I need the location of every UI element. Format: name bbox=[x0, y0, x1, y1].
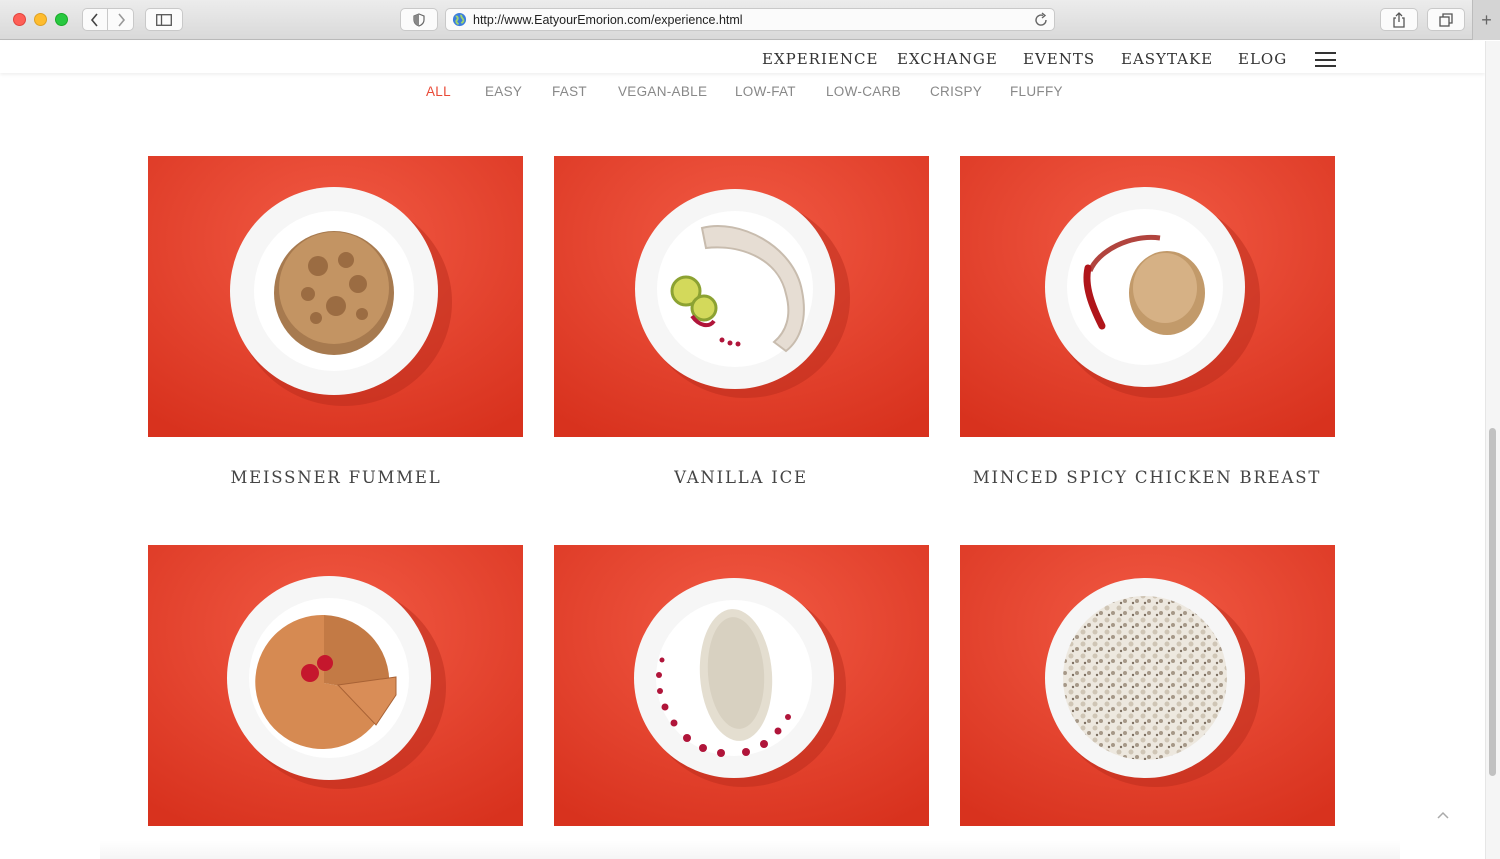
dish-photo-pancake bbox=[148, 156, 523, 437]
dish-title[interactable]: MINCED SPICY CHICKEN BREAST bbox=[937, 468, 1357, 487]
filter-crispy[interactable]: CRISPY bbox=[930, 84, 982, 99]
dish-photo-cake bbox=[148, 545, 523, 826]
browser-toolbar: http://www.EatyourEmorion.com/experience… bbox=[0, 0, 1500, 40]
address-bar[interactable]: http://www.EatyourEmorion.com/experience… bbox=[445, 8, 1055, 31]
new-tab-button[interactable]: + bbox=[1472, 0, 1500, 40]
dish-card-popcorn[interactable] bbox=[960, 545, 1335, 826]
nav-experience[interactable]: EXPERIENCE bbox=[762, 50, 878, 68]
reload-icon[interactable] bbox=[1034, 12, 1048, 27]
dish-card-vanilla-ice[interactable] bbox=[554, 156, 929, 437]
forward-button[interactable] bbox=[108, 8, 134, 31]
globe-icon bbox=[452, 12, 467, 27]
back-button[interactable] bbox=[82, 8, 108, 31]
dish-photo-rice bbox=[554, 545, 929, 826]
hamburger-icon[interactable] bbox=[1315, 52, 1336, 67]
filter-all[interactable]: ALL bbox=[426, 84, 451, 99]
tab-overview-button[interactable] bbox=[1427, 8, 1465, 31]
dish-card-rice[interactable] bbox=[554, 545, 929, 826]
dish-title[interactable]: MEISSNER FUMMEL bbox=[126, 468, 546, 487]
filter-fast[interactable]: FAST bbox=[552, 84, 587, 99]
category-filter-bar: ALL EASY FAST VEGAN-ABLE LOW-FAT LOW-CAR… bbox=[0, 84, 1485, 102]
nav-exchange[interactable]: EXCHANGE bbox=[897, 50, 998, 68]
privacy-report-button[interactable] bbox=[400, 8, 438, 31]
sidebar-icon bbox=[156, 13, 172, 26]
dish-photo-chicken bbox=[960, 156, 1335, 437]
chevron-right-icon bbox=[117, 12, 125, 27]
nav-events[interactable]: EVENTS bbox=[1023, 50, 1095, 68]
tabs-icon bbox=[1439, 12, 1453, 27]
filter-vegan-able[interactable]: VEGAN-ABLE bbox=[618, 84, 707, 99]
chevron-left-icon bbox=[90, 12, 98, 27]
dish-card-cake[interactable] bbox=[148, 545, 523, 826]
nav-elog[interactable]: ELOG bbox=[1238, 50, 1287, 68]
filter-easy[interactable]: EASY bbox=[485, 84, 522, 99]
share-icon bbox=[1393, 11, 1405, 28]
dish-title[interactable]: VANILLA ICE bbox=[531, 468, 951, 487]
filter-fluffy[interactable]: FLUFFY bbox=[1010, 84, 1063, 99]
filter-low-fat[interactable]: LOW-FAT bbox=[735, 84, 796, 99]
sidebar-toggle-button[interactable] bbox=[145, 8, 183, 31]
dish-card-minced-spicy-chicken-breast[interactable] bbox=[960, 156, 1335, 437]
minimize-window-button[interactable] bbox=[34, 13, 47, 26]
filter-low-carb[interactable]: LOW-CARB bbox=[826, 84, 901, 99]
share-button[interactable] bbox=[1380, 8, 1418, 31]
site-navigation: EXPERIENCE EXCHANGE EVENTS EASYTAKE ELOG bbox=[0, 41, 1485, 73]
url-text: http://www.EatyourEmorion.com/experience… bbox=[473, 12, 743, 27]
nav-easytake[interactable]: EASYTAKE bbox=[1121, 50, 1213, 68]
close-window-button[interactable] bbox=[13, 13, 26, 26]
dish-photo-vanilla-ice bbox=[554, 156, 929, 437]
scrollbar-thumb[interactable] bbox=[1489, 428, 1496, 776]
chevron-up-icon[interactable] bbox=[1436, 810, 1450, 820]
dish-card-meissner-fummel[interactable] bbox=[148, 156, 523, 437]
shield-icon bbox=[413, 12, 425, 27]
page-bottom-fade bbox=[100, 840, 1400, 859]
maximize-window-button[interactable] bbox=[55, 13, 68, 26]
dish-photo-popcorn bbox=[960, 545, 1335, 826]
